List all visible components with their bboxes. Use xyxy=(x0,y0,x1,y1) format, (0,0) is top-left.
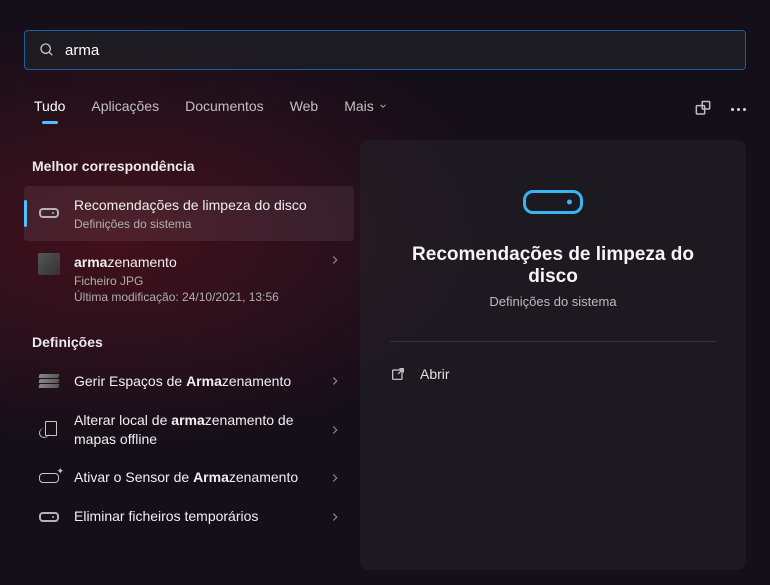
result-title: Ativar o Sensor de Armazenamento xyxy=(74,468,328,487)
detail-pane: Recomendações de limpeza do disco Defini… xyxy=(360,140,746,570)
open-external-icon xyxy=(390,366,406,382)
tab-all[interactable]: Tudo xyxy=(34,98,65,120)
tab-web[interactable]: Web xyxy=(290,98,319,120)
window-detach-icon[interactable] xyxy=(693,99,713,119)
tab-more[interactable]: Mais xyxy=(344,98,388,120)
result-meta: Última modificação: 24/10/2021, 13:56 xyxy=(74,290,328,304)
section-heading-settings: Definições xyxy=(32,334,346,350)
header-controls xyxy=(693,99,746,119)
filter-tabs-row: Tudo Aplicações Documentos Web Mais xyxy=(34,94,746,124)
disks-stack-icon xyxy=(36,374,62,388)
result-title: Gerir Espaços de Armazenamento xyxy=(74,372,328,391)
search-input[interactable] xyxy=(65,42,731,59)
setting-delete-temp-files[interactable]: Eliminar ficheiros temporários xyxy=(24,497,354,536)
setting-activate-storage-sense[interactable]: Ativar o Sensor de Armazenamento xyxy=(24,458,354,497)
setting-manage-storage-spaces[interactable]: Gerir Espaços de Armazenamento xyxy=(24,362,354,401)
detail-title: Recomendações de limpeza do disco xyxy=(390,244,716,288)
chevron-right-icon xyxy=(328,374,342,388)
chevron-down-icon xyxy=(378,101,388,111)
divider xyxy=(390,341,716,342)
result-title: Alterar local de armazenamento de mapas … xyxy=(74,411,328,449)
tab-more-label: Mais xyxy=(344,98,374,114)
chevron-right-icon xyxy=(328,471,342,485)
search-icon xyxy=(39,42,55,58)
action-open-label: Abrir xyxy=(420,366,450,382)
section-heading-best-match: Melhor correspondência xyxy=(32,158,346,174)
chevron-right-icon xyxy=(328,253,342,267)
more-options-icon[interactable] xyxy=(731,108,746,111)
storage-sense-icon xyxy=(36,473,62,483)
filter-tabs: Tudo Aplicações Documentos Web Mais xyxy=(34,98,388,120)
search-box[interactable] xyxy=(24,30,746,70)
results-pane: Melhor correspondência Recomendações de … xyxy=(24,150,354,585)
result-armazenamento-file[interactable]: armazenamento Ficheiro JPG Última modifi… xyxy=(24,241,354,316)
chevron-right-icon xyxy=(328,510,342,524)
tab-documents[interactable]: Documentos xyxy=(185,98,264,120)
tab-apps[interactable]: Aplicações xyxy=(91,98,159,120)
jpg-thumbnail-icon xyxy=(36,253,62,275)
action-open[interactable]: Abrir xyxy=(390,360,716,388)
setting-change-offline-maps-location[interactable]: Alterar local de armazenamento de mapas … xyxy=(24,401,354,459)
chevron-right-icon xyxy=(328,423,342,437)
result-subtitle: Ficheiro JPG xyxy=(74,274,328,288)
result-subtitle: Definições do sistema xyxy=(74,217,342,231)
detail-disk-icon xyxy=(390,190,716,214)
disk-icon xyxy=(36,208,62,218)
detail-subtitle: Definições do sistema xyxy=(390,294,716,309)
result-title: armazenamento xyxy=(74,253,328,272)
result-title: Recomendações de limpeza do disco xyxy=(74,196,342,215)
result-title: Eliminar ficheiros temporários xyxy=(74,507,328,526)
disk-icon xyxy=(36,512,62,522)
result-disk-cleanup[interactable]: Recomendações de limpeza do disco Defini… xyxy=(24,186,354,241)
map-change-icon xyxy=(36,421,62,439)
